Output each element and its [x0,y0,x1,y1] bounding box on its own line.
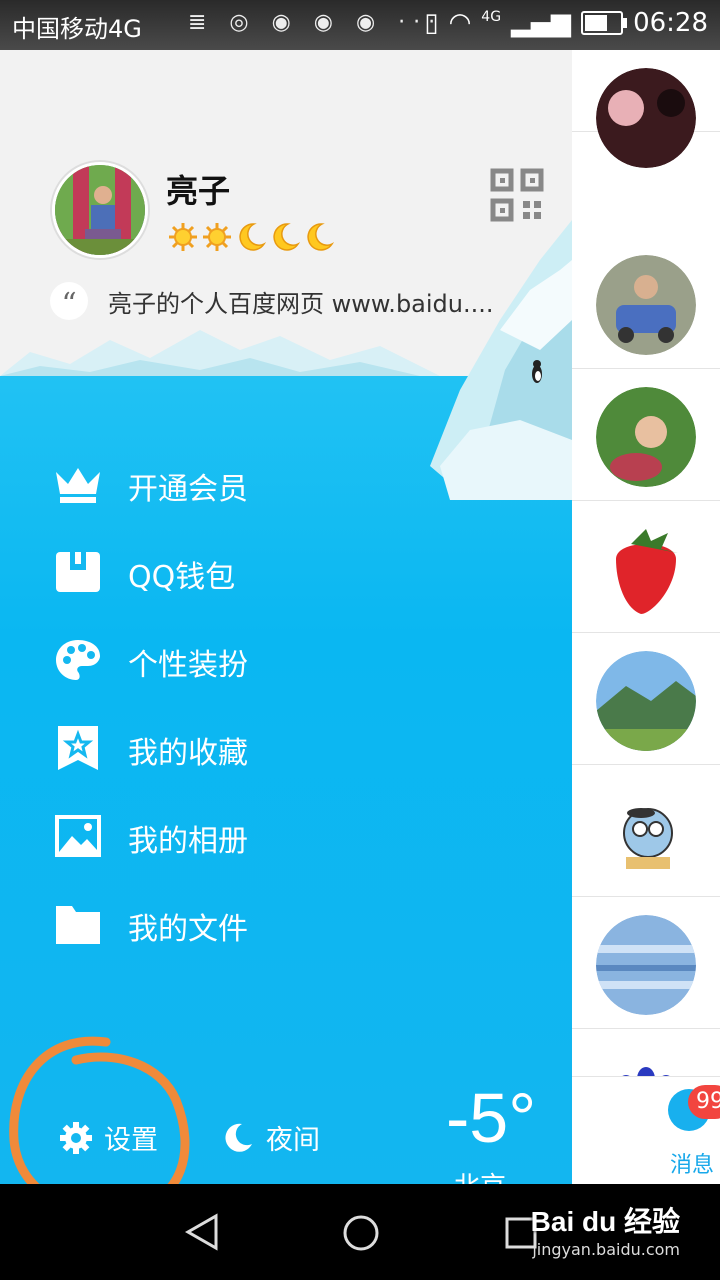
menu-label: 我的文件 [128,912,248,947]
weather-temperature[interactable]: -5° [446,1078,536,1158]
conversation-item[interactable] [572,501,720,633]
contact-avatar [596,519,696,619]
photo-icon [55,815,101,857]
status-right: ▯ ◠ 4G ▂▄▆ 06:28 [424,8,708,38]
profile-avatar[interactable] [52,162,148,258]
contact-avatar [596,651,696,751]
night-mode-button[interactable]: 夜间 [222,1118,320,1157]
qr-code-icon[interactable] [490,168,544,222]
palette-icon [56,640,100,680]
menu-item-files[interactable]: 我的文件 [0,880,572,968]
status-bar: 中国移动4G ≣ ◎ ◉ ◉ ◉ ··· ▯ ◠ 4G ▂▄▆ 06:28 [0,0,720,50]
conversation-item[interactable] [572,50,720,168]
contact-avatar [596,783,696,883]
wifi-icon: ◠ [448,8,472,38]
home-icon[interactable] [342,1214,380,1252]
menu-label: 我的收藏 [128,736,248,771]
contact-avatar [596,387,696,487]
menu-label: 我的相册 [128,824,248,859]
conversation-list [572,50,720,1184]
contact-avatar [596,68,696,168]
messages-tab-label: 消息 [670,1153,715,1178]
quote-icon: “ [50,282,88,322]
conversation-item[interactable] [572,897,720,1029]
side-drawer: 亮子 “ 亮子的个人百度网页 www.baidu.... 开通会员 QQ钱包 个… [0,50,572,1184]
menu-label: 个性装扮 [128,648,248,683]
menu-item-vip[interactable]: 开通会员 [0,440,572,528]
menu-label: QQ钱包 [128,560,236,595]
folder-icon [56,906,100,944]
contact-avatar [596,915,696,1015]
clock: 06:28 [633,8,708,38]
vibrate-icon: ▯ [424,8,439,38]
navigation-bar: Bai du 经验 jingyan.baidu.com [0,1184,720,1280]
night-label: 夜间 [266,1125,320,1156]
profile-name[interactable]: 亮子 [166,166,230,212]
weather-city[interactable]: 北京 [454,1166,506,1184]
conversation-item[interactable] [572,633,720,765]
signal-icon: 4G [481,9,502,25]
star-bookmark-icon [58,726,98,770]
menu-item-theme[interactable]: 个性装扮 [0,616,572,704]
moon-icon [307,223,334,251]
back-icon[interactable] [182,1212,222,1252]
unread-badge: 99 [688,1085,720,1119]
menu-item-album[interactable]: 我的相册 [0,792,572,880]
sun-icon [169,223,197,251]
menu-label: 开通会员 [128,472,248,507]
notification-icons: ≣ ◎ ◉ ◉ ◉ ··· [188,10,444,35]
menu-item-wallet[interactable]: QQ钱包 [0,528,572,616]
messages-tab[interactable]: 99 消息 [572,1076,720,1185]
crown-icon [56,468,100,503]
conversation-item[interactable] [572,369,720,501]
level-badges [168,222,334,252]
signal-bars-icon: ▂▄▆ [511,8,572,38]
moon-icon [273,223,300,251]
moon-icon [239,223,266,251]
battery-icon [581,11,628,35]
watermark-brand: Bai du 经验 [530,1206,680,1237]
wallet-icon [56,552,100,592]
watermark-url: jingyan.baidu.com [532,1240,680,1259]
conversation-item[interactable] [572,237,720,369]
conversation-item[interactable] [572,765,720,897]
moon-icon [225,1123,252,1152]
menu-item-favorites[interactable]: 我的收藏 [0,704,572,792]
sun-icon [203,223,231,251]
carrier-label: 中国移动4G [12,15,142,43]
contact-avatar [596,255,696,355]
profile-signature[interactable]: 亮子的个人百度网页 www.baidu.... [108,284,548,319]
